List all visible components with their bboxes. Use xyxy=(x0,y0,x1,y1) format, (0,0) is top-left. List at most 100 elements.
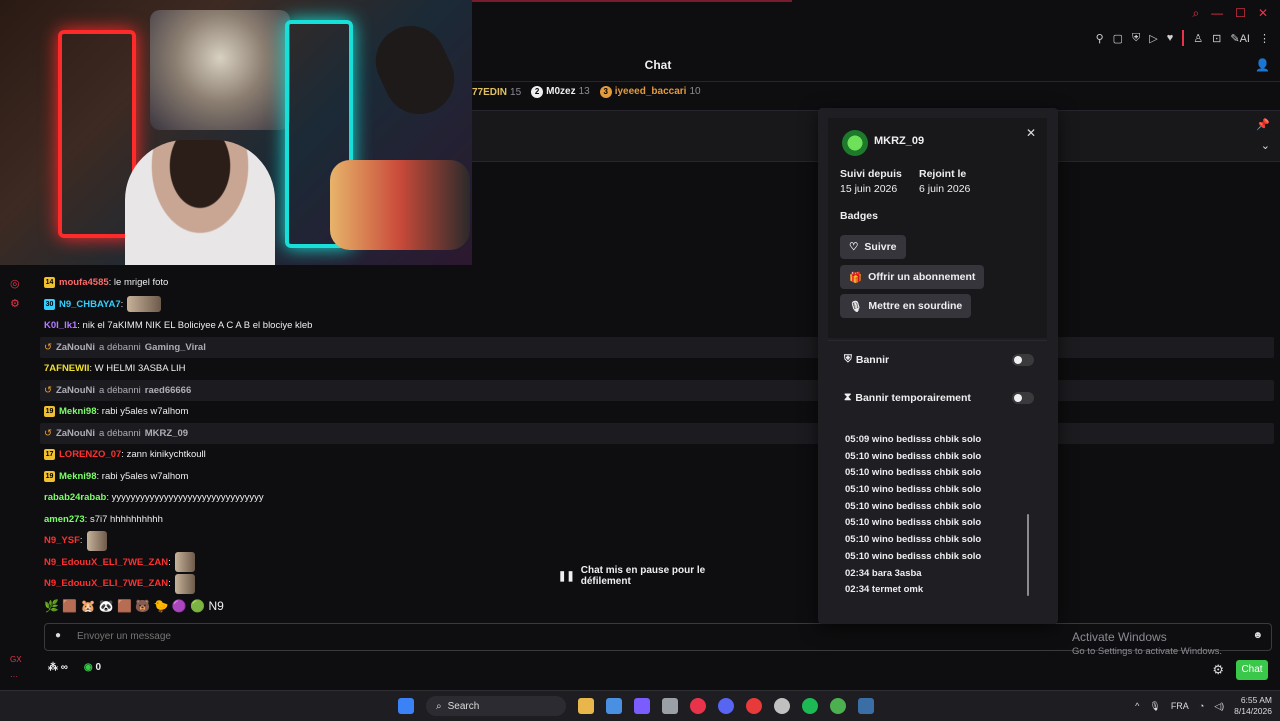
username[interactable]: Mekni98 xyxy=(59,401,97,423)
more-icon[interactable]: ⋮ xyxy=(1259,32,1270,45)
chat-message: 19 Mekni98: rabi y5ales w7alhom xyxy=(40,401,1275,423)
emote-image xyxy=(174,573,195,594)
taskbar-search[interactable]: ⌕ Search xyxy=(426,696,566,716)
users-icon[interactable]: 👤 xyxy=(1255,58,1270,72)
action-text: a débanni xyxy=(99,427,141,439)
pin-icon[interactable]: ⚲ xyxy=(1096,32,1104,45)
close-icon[interactable]: ✕ xyxy=(1026,126,1036,140)
clock[interactable]: 6:55 AM 8/14/2026 xyxy=(1234,695,1272,717)
play-icon[interactable]: ▷ xyxy=(1149,32,1157,45)
chat-send-button[interactable]: Chat xyxy=(1236,660,1268,680)
spotify-icon[interactable] xyxy=(802,698,818,714)
username[interactable]: N9_EdouuX_ELI_7WE_ZAN xyxy=(44,573,168,595)
username[interactable]: 7AFNEWII xyxy=(44,358,89,380)
username[interactable]: Mekni98 xyxy=(59,466,97,488)
username[interactable]: amen273 xyxy=(44,509,85,531)
username[interactable]: N9_YSF xyxy=(44,530,80,552)
follow-button[interactable]: ♡ Suivre xyxy=(840,235,906,259)
history-message: 05:09 wino bedisss chbik solo xyxy=(845,434,982,445)
language-indicator[interactable]: FRA xyxy=(1171,701,1189,711)
search-icon: ⌕ xyxy=(436,700,442,712)
ban-toggle[interactable] xyxy=(1012,353,1034,366)
gifter-2[interactable]: 2 M0zez 13 xyxy=(531,86,590,98)
emote-image xyxy=(86,530,107,551)
search-icon[interactable]: ⌕ xyxy=(1192,6,1199,21)
window-icon[interactable]: ▢ xyxy=(1113,32,1123,45)
chevron-down-icon[interactable]: ⌄ xyxy=(1261,139,1270,152)
history-message: 05:10 wino bedisss chbik solo xyxy=(845,534,982,546)
gifter-1[interactable]: 77EDIN 15 xyxy=(472,87,521,98)
target-name[interactable]: MKRZ_09 xyxy=(145,423,188,445)
store-icon[interactable] xyxy=(606,698,622,714)
viewers[interactable]: ⁂ ∞ xyxy=(48,662,68,673)
browser-icon[interactable] xyxy=(830,698,846,714)
chat-footer-stats: ⁂ ∞ ◉ 0 xyxy=(48,662,101,673)
calculator-icon[interactable] xyxy=(662,698,678,714)
chat-settings-icon[interactable]: ● xyxy=(55,630,61,641)
pin-icon[interactable]: 📌 xyxy=(1256,118,1270,131)
points[interactable]: ◉ 0 xyxy=(84,662,101,673)
heart-icon[interactable]: ♥ xyxy=(1167,32,1174,44)
record-icon[interactable]: ◎ xyxy=(10,277,20,290)
target-name[interactable]: Gaming_Viral xyxy=(145,337,206,359)
username[interactable]: LORENZO_07 xyxy=(59,444,121,466)
gift-icon[interactable]: GX xyxy=(10,655,22,664)
mute-icon: 🎙 xyxy=(849,300,863,313)
file-explorer-icon[interactable] xyxy=(578,698,594,714)
settings-icon[interactable]: ⚙ xyxy=(10,297,20,310)
avatar[interactable] xyxy=(842,130,868,156)
username[interactable]: rabab24rabab xyxy=(44,487,106,509)
dots-icon[interactable]: ··· xyxy=(10,672,22,681)
chrome-icon[interactable] xyxy=(774,698,790,714)
opera-icon[interactable] xyxy=(690,698,706,714)
emote-image xyxy=(127,296,162,313)
gear-icon[interactable]: ⚙ xyxy=(1212,662,1224,678)
windows-start-icon[interactable] xyxy=(398,698,414,714)
username[interactable]: N9_CHBAYA7 xyxy=(59,294,121,316)
username[interactable]: K0I_lk1 xyxy=(44,315,77,337)
username[interactable]: N9_EdouuX_ELI_7WE_ZAN xyxy=(44,552,168,574)
chat-title: Chat xyxy=(644,58,672,72)
timeout-label: Bannir temporairement xyxy=(855,391,971,404)
minimize-icon[interactable]: — xyxy=(1211,6,1223,21)
message-input[interactable] xyxy=(75,630,979,643)
actor-name[interactable]: ZaNouNi xyxy=(56,380,95,402)
chat-paused-banner[interactable]: ❚❚ Chat mis en pause pour le défilement xyxy=(558,565,758,587)
gifter-3[interactable]: 3 iyeeed_baccari 10 xyxy=(599,86,701,98)
emoji-icon[interactable]: ☻ xyxy=(1252,630,1263,641)
username[interactable]: MKRZ_09 xyxy=(874,135,924,147)
actor-name[interactable]: ZaNouNi xyxy=(56,423,95,445)
divider xyxy=(472,81,1280,82)
wifi-icon[interactable]: ◔ xyxy=(1199,701,1204,711)
actor-name[interactable]: ZaNouNi xyxy=(56,337,95,359)
message-history: 05:09 wino bedisss chbik solo 05:10 wino … xyxy=(845,432,1025,599)
ban-row: ⛨ Bannir xyxy=(844,353,1034,366)
timeout-toggle[interactable] xyxy=(1012,391,1034,404)
mute-button[interactable]: 🎙 Mettre en sourdine xyxy=(840,294,972,318)
lock-icon[interactable]: ⊡ xyxy=(1212,32,1221,45)
gift-sub-button[interactable]: 🎁 Offrir un abonnement xyxy=(840,265,985,289)
heart-icon: ♡ xyxy=(849,241,859,253)
steam-icon[interactable] xyxy=(858,698,874,714)
volume-icon[interactable]: ◁) xyxy=(1214,701,1224,712)
history-scrollbar[interactable] xyxy=(1027,514,1029,596)
toolbar-icons: ⚲ ▢ ⛨ ▷ ♥ ♙ ⊡ ✎AI ⋮ xyxy=(1096,30,1270,46)
top-gifters: 77EDIN 15 2 M0zez 13 3 iyeeed_baccari 10 xyxy=(472,86,701,98)
chevron-up-icon[interactable]: ^ xyxy=(1135,701,1139,711)
history-message: 05:10 wino bedisss chbik solo xyxy=(845,550,982,562)
close-icon[interactable]: ✕ xyxy=(1258,6,1268,21)
windows-taskbar: ⌕ Search ^ 🎙 FRA ◔ ◁) 6:55 AM 8/14/2026 xyxy=(0,690,1280,721)
shield-icon[interactable]: ⛨ xyxy=(1132,32,1140,45)
username[interactable]: moufa4585 xyxy=(59,272,109,294)
message-text: : zann kinikychtkoull xyxy=(121,449,206,460)
discord-icon[interactable] xyxy=(718,698,734,714)
mic-icon[interactable]: 🎙 xyxy=(1149,701,1160,712)
target-name[interactable]: raed66666 xyxy=(145,380,191,402)
person-icon[interactable]: ♙ xyxy=(1193,32,1203,45)
window-controls: ⌕ — ☐ ✕ xyxy=(1192,6,1268,21)
maximize-icon[interactable]: ☐ xyxy=(1235,6,1246,21)
webcam-video xyxy=(0,0,472,265)
app-icon[interactable] xyxy=(746,698,762,714)
ai-icon[interactable]: ✎AI xyxy=(1230,32,1250,45)
copilot-icon[interactable] xyxy=(634,698,650,714)
